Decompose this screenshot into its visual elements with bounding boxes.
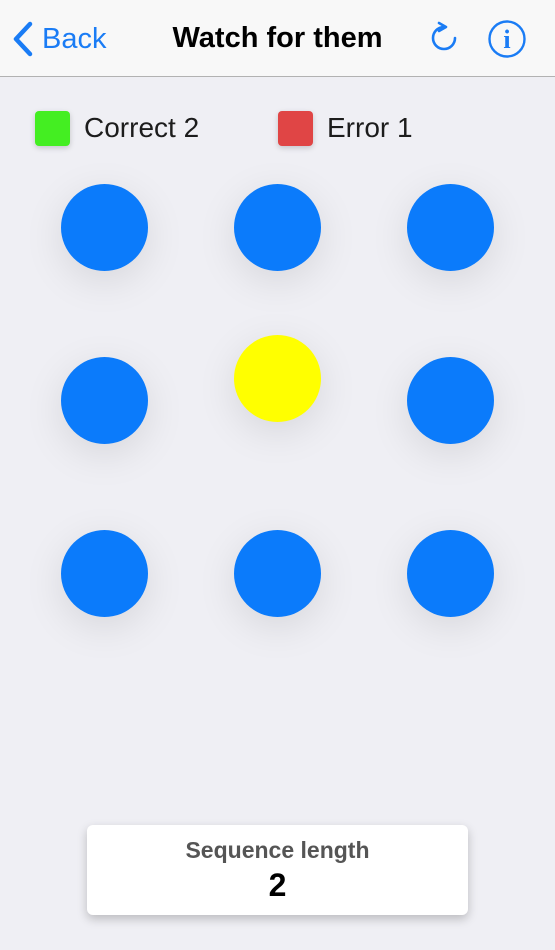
page-title: Watch for them xyxy=(172,22,383,54)
svg-text:i: i xyxy=(503,25,510,54)
dot[interactable] xyxy=(61,530,148,617)
legend-correct: Correct 2 xyxy=(35,110,199,146)
legend-error: Error 1 xyxy=(278,110,413,146)
navigation-bar: Back Watch for them i xyxy=(0,0,555,77)
error-count: Error 1 xyxy=(327,112,413,143)
dot-lit[interactable] xyxy=(234,335,321,422)
dot[interactable] xyxy=(234,184,321,271)
restart-button[interactable] xyxy=(427,21,461,55)
sequence-length-value: 2 xyxy=(268,867,287,903)
sequence-length-panel: Sequence length 2 xyxy=(87,825,468,915)
dot-grid xyxy=(0,150,555,710)
sequence-length-label: Sequence length xyxy=(185,837,370,863)
correct-count: Correct 2 xyxy=(84,112,200,143)
dot[interactable] xyxy=(61,357,148,444)
dot[interactable] xyxy=(407,184,494,271)
correct-swatch xyxy=(35,110,70,146)
dot[interactable] xyxy=(407,530,494,617)
dot[interactable] xyxy=(234,530,321,617)
restart-icon xyxy=(431,21,457,51)
error-swatch xyxy=(278,110,313,146)
dot[interactable] xyxy=(61,184,148,271)
info-button[interactable]: i xyxy=(487,19,527,59)
info-icon: i xyxy=(488,20,526,58)
dot[interactable] xyxy=(407,357,494,444)
